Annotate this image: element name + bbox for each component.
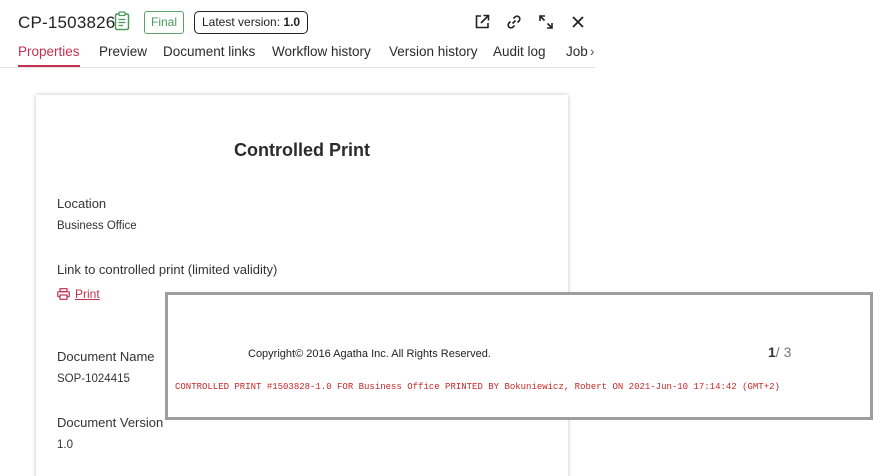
copyright-text: Copyright© 2016 Agatha Inc. All Rights R… (248, 348, 491, 360)
controlled-print-link-label: Link to controlled print (limited validi… (57, 262, 278, 277)
page-number: 1/ 3 (768, 344, 791, 360)
print-link[interactable]: Print (57, 287, 100, 301)
status-badge: Final (144, 11, 185, 34)
location-value: Business Office (57, 220, 137, 232)
page-current: 1 (768, 344, 776, 360)
version-value: 1.0 (283, 15, 301, 29)
expand-icon[interactable] (537, 13, 555, 31)
latest-version-badge: Latest version: 1.0 (194, 11, 309, 34)
print-footer-preview: Copyright© 2016 Agatha Inc. All Rights R… (165, 292, 873, 420)
document-version-label: Document Version (57, 415, 164, 430)
link-icon[interactable] (505, 13, 523, 31)
page-total: / 3 (775, 344, 792, 360)
print-link-label: Print (75, 287, 100, 301)
panel-title: Controlled Print (234, 140, 370, 160)
tab-version-history[interactable]: Version history (389, 44, 478, 59)
tab-job[interactable]: Job (566, 44, 588, 59)
clipboard-icon[interactable] (114, 11, 130, 31)
tab-audit-log[interactable]: Audit log (493, 44, 546, 59)
controlled-print-stamp: CONTROLLED PRINT #1503828-1.0 FOR Busine… (175, 382, 780, 392)
chevron-right-icon[interactable]: › (590, 44, 595, 59)
document-id: CP-1503826 (18, 13, 116, 32)
open-external-icon[interactable] (473, 13, 491, 31)
tab-preview[interactable]: Preview (99, 44, 147, 59)
tab-document-links[interactable]: Document links (163, 44, 255, 59)
tab-workflow-history[interactable]: Workflow history (272, 44, 371, 59)
tab-properties[interactable]: Properties (18, 44, 80, 59)
document-header: CP-1503826 Final Latest version: 1.0 Pro… (0, 0, 595, 68)
printer-icon (57, 288, 70, 300)
document-name-value: SOP-1024415 (57, 373, 130, 385)
version-label: Latest version: (202, 15, 281, 29)
document-version-value: 1.0 (57, 439, 73, 451)
active-tab-indicator (18, 65, 80, 67)
tab-bar: Properties Preview Document links Workfl… (0, 40, 595, 68)
document-name-label: Document Name (57, 349, 155, 364)
close-icon[interactable] (569, 13, 587, 31)
location-label: Location (57, 196, 107, 211)
